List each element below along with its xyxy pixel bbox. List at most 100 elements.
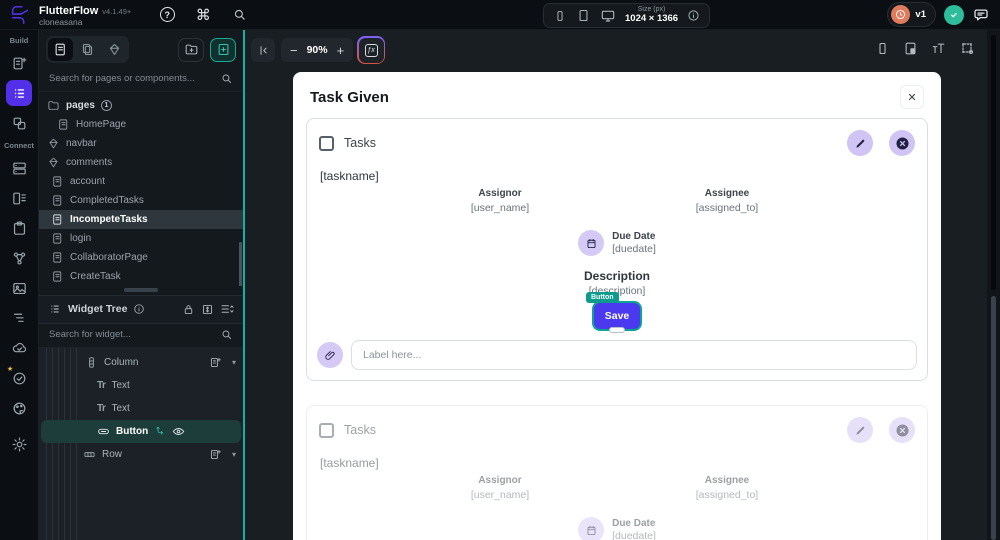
media-assets-icon[interactable] <box>6 275 32 301</box>
pages-search-icon[interactable] <box>220 72 233 85</box>
tree-node-text[interactable]: Tr Text <box>39 397 243 420</box>
calendar-icon[interactable] <box>578 517 605 540</box>
phone-device-icon[interactable] <box>553 9 567 23</box>
transform-settings-icon[interactable] <box>959 40 975 56</box>
branding-icon[interactable] <box>6 395 32 421</box>
tablet-device-icon[interactable] <box>576 8 591 23</box>
chevron-down-icon[interactable]: ▾ <box>232 450 236 459</box>
label-input[interactable] <box>351 340 917 371</box>
pages-search <box>39 68 243 92</box>
page-settings-icon[interactable] <box>903 41 918 56</box>
flutterflow-logo[interactable] <box>9 4 31 26</box>
paperclip-icon[interactable] <box>317 342 343 369</box>
preview-page: Task Given ✕ Tasks [taskname] Assignor [… <box>293 72 941 540</box>
tree-node-column[interactable]: Column ▾ <box>39 351 243 374</box>
component-item[interactable]: comments <box>39 153 243 172</box>
page-item[interactable]: account <box>39 172 243 191</box>
text-scale-icon[interactable] <box>931 41 946 56</box>
page-item-label: account <box>70 176 106 187</box>
action-flow-icon[interactable] <box>154 425 166 437</box>
settings-gear-icon[interactable] <box>6 431 32 457</box>
command-menu-icon[interactable]: ⌘ <box>192 4 214 26</box>
page-selector-icon[interactable] <box>6 80 32 106</box>
pages-folder-row[interactable]: pages 1 <box>39 96 243 115</box>
edit-pencil-icon[interactable] <box>847 417 873 444</box>
help-icon[interactable]: ? <box>156 4 178 26</box>
component-item[interactable]: navbar <box>39 134 243 153</box>
collapse-panel-button[interactable] <box>251 38 275 62</box>
task-checkbox[interactable] <box>319 422 334 438</box>
automations-icon[interactable] <box>6 305 32 331</box>
page-item[interactable]: CreateTask <box>39 267 243 286</box>
calendar-icon[interactable] <box>578 230 605 257</box>
widget-tree-info-icon[interactable] <box>133 303 145 315</box>
zoom-level[interactable]: 90% <box>307 44 328 56</box>
variables-fx-button[interactable]: ƒx <box>357 36 385 64</box>
page-icon <box>57 118 70 131</box>
pages-search-input[interactable] <box>49 73 214 84</box>
left-panel: pages 1 HomePage navbar comments account… <box>38 30 243 540</box>
tree-node-text[interactable]: Tr Text <box>39 374 243 397</box>
panel-resize-handle[interactable] <box>39 286 243 295</box>
component-item-label: comments <box>66 157 113 168</box>
task-checkbox[interactable] <box>319 135 334 151</box>
add-page-icon[interactable] <box>6 50 32 76</box>
page-item[interactable]: login <box>39 229 243 248</box>
add-page-button[interactable] <box>210 37 236 62</box>
info-icon[interactable] <box>687 9 700 22</box>
app-checks-icon[interactable]: ★ <box>6 365 32 391</box>
pages-tab-icon[interactable] <box>48 38 73 61</box>
tree-node-label: Column <box>104 356 139 368</box>
components-tab-icon[interactable] <box>75 38 100 61</box>
widgets-tab-icon[interactable] <box>102 38 127 61</box>
version-badge-label: v1 <box>915 9 926 20</box>
selection-drag-handle[interactable] <box>609 327 625 334</box>
chevron-down-icon[interactable]: ▾ <box>232 358 236 367</box>
zoom-control: − 90% + <box>281 38 354 62</box>
fit-view-icon[interactable] <box>201 303 214 316</box>
page-item[interactable]: HomePage <box>39 115 243 134</box>
pages-folder-label: pages <box>66 100 95 111</box>
cloud-functions-icon[interactable] <box>6 335 32 361</box>
device-preview-icon[interactable] <box>875 41 890 56</box>
page-item[interactable]: CollaboratorPage <box>39 248 243 267</box>
add-folder-button[interactable] <box>178 37 204 62</box>
add-child-icon[interactable] <box>209 448 222 461</box>
delete-circle-x-icon[interactable] <box>889 417 915 444</box>
chat-icon[interactable] <box>972 6 990 24</box>
sync-check-icon[interactable] <box>944 4 964 25</box>
add-child-icon[interactable] <box>209 356 222 369</box>
collapse-all-icon[interactable] <box>220 302 234 316</box>
zoom-out-button[interactable]: − <box>290 43 298 58</box>
page-item[interactable]: CompletedTasks <box>39 191 243 210</box>
integrations-icon[interactable] <box>6 245 32 271</box>
components-icon[interactable] <box>6 110 32 136</box>
right-scroll-strip <box>987 30 1000 540</box>
widget-search-icon[interactable] <box>220 328 233 341</box>
desktop-device-icon[interactable] <box>600 8 616 24</box>
storage-icon[interactable] <box>6 215 32 241</box>
edit-pencil-icon[interactable] <box>847 130 873 156</box>
database-icon[interactable] <box>6 155 32 181</box>
version-badge[interactable]: v1 <box>887 2 936 27</box>
save-button[interactable]: Button Save <box>586 292 640 334</box>
close-icon[interactable]: ✕ <box>900 85 924 109</box>
assignor-value: [user_name] <box>470 201 530 214</box>
visibility-eye-icon[interactable] <box>172 425 185 438</box>
top-bar: FlutterFlow v4.1.49+ cloneasana ? ⌘ Size … <box>0 0 1000 30</box>
page-item-label: CreateTask <box>70 271 121 282</box>
widget-tree-icon <box>48 302 62 316</box>
widget-search-input[interactable] <box>49 328 214 340</box>
tree-node-row[interactable]: Row ▾ <box>39 443 243 466</box>
scrollbar-thumb[interactable] <box>991 296 996 540</box>
delete-circle-x-icon[interactable] <box>889 130 915 156</box>
widget-search <box>39 324 243 348</box>
zoom-in-button[interactable]: + <box>337 43 345 58</box>
pages-scrollbar[interactable] <box>239 242 242 286</box>
lock-icon[interactable] <box>182 303 195 316</box>
page-item-selected[interactable]: IncompeteTasks <box>39 210 243 229</box>
search-icon[interactable] <box>228 4 250 26</box>
tree-node-button-selected[interactable]: Button <box>41 419 241 443</box>
data-types-icon[interactable] <box>6 185 32 211</box>
task-name-text: [taskname] <box>320 169 379 183</box>
